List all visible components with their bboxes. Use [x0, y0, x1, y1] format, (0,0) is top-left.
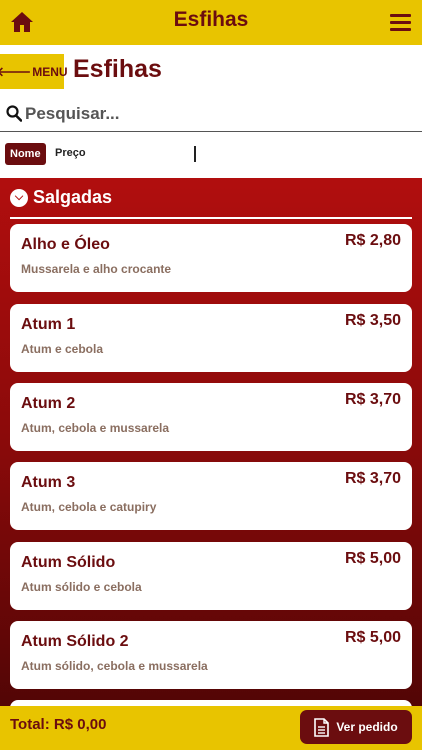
item-price: R$ 5,00 — [344, 550, 401, 567]
page-header: 🡐 MENU Esfihas — [0, 45, 422, 95]
item-description: Mussarela e alho crocante — [21, 262, 172, 276]
sort-by-preco-button[interactable]: Preço — [55, 147, 86, 159]
sort-bar: Nome Preço — [0, 133, 422, 178]
item-description: Atum, cebola e catupiry — [21, 500, 157, 514]
list-item[interactable]: Alho e Óleo Mussarela e alho crocante R$… — [10, 224, 412, 292]
item-name: Atum 2 — [21, 395, 76, 412]
section-divider — [10, 217, 412, 219]
item-description: Atum sólido e cebola — [21, 580, 142, 594]
item-description: Atum sólido, cebola e mussarela — [21, 659, 208, 673]
document-icon — [314, 717, 330, 737]
sort-by-nome-button[interactable]: Nome — [5, 143, 46, 165]
item-price: R$ 3,70 — [344, 470, 401, 487]
ver-pedido-button[interactable]: Ver pedido — [300, 710, 412, 744]
list-item[interactable]: Atum 2 Atum, cebola e mussarela R$ 3,70 — [10, 383, 412, 451]
list-item[interactable]: Atum 3 Atum, cebola e catupiry R$ 3,70 — [10, 462, 412, 530]
item-description: Atum e cebola — [21, 342, 104, 356]
hamburger-menu-icon[interactable] — [390, 14, 411, 32]
ver-pedido-label: Ver pedido — [336, 720, 398, 734]
item-price: R$ 3,70 — [344, 391, 401, 408]
order-total: Total: R$ 0,00 — [10, 716, 107, 733]
top-bar: Esfihas — [0, 0, 422, 45]
search-icon — [6, 105, 22, 122]
back-to-menu-button[interactable]: 🡐 MENU — [0, 54, 68, 89]
search-input[interactable] — [25, 101, 415, 127]
list-item[interactable]: Atum Sólido 2 Atum sólido, cebola e muss… — [10, 621, 412, 689]
section-header-salgadas[interactable]: ⌵ Salgadas — [10, 187, 112, 208]
back-button-label: MENU — [32, 64, 68, 79]
item-name: Atum Sólido 2 — [21, 633, 129, 650]
item-description: Atum, cebola e mussarela — [21, 421, 170, 435]
item-name: Atum Sólido — [21, 554, 116, 571]
list-item[interactable]: Atum Sólido Atum sólido e cebola R$ 5,00 — [10, 542, 412, 610]
order-footer: Total: R$ 0,00 Ver pedido — [0, 706, 422, 750]
page-title: Esfihas — [73, 55, 162, 83]
search-bar — [0, 97, 422, 132]
item-name: Atum 3 — [21, 474, 76, 491]
chevron-down-circle-icon: ⌵ — [10, 188, 28, 207]
arrow-left-icon: 🡐 — [0, 63, 32, 79]
app-title: Esfihas — [173, 8, 249, 31]
menu-list[interactable]: ⌵ Salgadas Alho e Óleo Mussarela e alho … — [0, 178, 422, 708]
item-name: Atum 1 — [21, 316, 76, 333]
item-price: R$ 2,80 — [344, 232, 401, 249]
list-item[interactable]: Atum 1 Atum e cebola R$ 3,50 — [10, 304, 412, 372]
item-name: Alho e Óleo — [21, 236, 110, 253]
section-label: Salgadas — [33, 187, 113, 207]
text-cursor — [194, 146, 196, 162]
item-price: R$ 5,00 — [344, 629, 401, 646]
item-price: R$ 3,50 — [344, 312, 401, 329]
